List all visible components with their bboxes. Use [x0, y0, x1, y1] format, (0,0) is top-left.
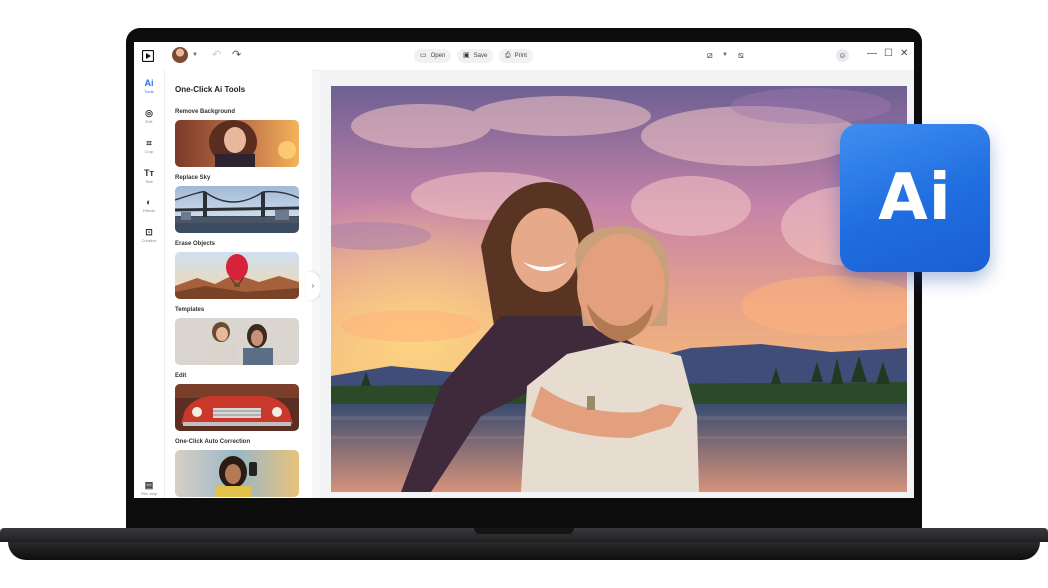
laptop-notch: [474, 528, 574, 534]
tool-card-replace-sky[interactable]: [175, 186, 299, 233]
rail-item-text[interactable]: Tт Text: [134, 168, 164, 185]
open-label: Open: [430, 53, 446, 59]
rail-item-creative[interactable]: ⊡ Creative: [134, 227, 164, 244]
ai-icon: Ai: [144, 78, 154, 88]
save-icon: ▣: [463, 52, 470, 59]
text-icon: Tт: [144, 168, 154, 178]
rail-item-label: Tools: [144, 89, 154, 94]
edit-icon: ◎: [145, 108, 153, 118]
open-button[interactable]: ▭ Open: [414, 49, 452, 63]
minimize-icon[interactable]: —: [867, 48, 877, 59]
tool-label-erase-objects: Erase Objects: [175, 241, 216, 247]
ai-badge-text: Ai: [878, 161, 952, 235]
tool-card-remove-background[interactable]: [175, 120, 299, 167]
redo-icon[interactable]: ↷: [232, 49, 241, 61]
rail-item-label: Film strip: [140, 491, 158, 496]
profile-avatar[interactable]: [172, 47, 188, 63]
app-logo-icon[interactable]: [142, 50, 154, 62]
compare-icon[interactable]: ⧅: [738, 50, 744, 61]
rail-item-label: Effects: [142, 208, 156, 213]
tool-label-templates: Templates: [175, 307, 205, 313]
maximize-icon[interactable]: ☐: [884, 48, 893, 59]
close-icon[interactable]: ✕: [900, 48, 908, 59]
tool-label-edit: Edit: [175, 373, 187, 379]
ai-tools-panel: One-Click Ai Tools Remove Background Rep…: [165, 70, 312, 498]
left-rail: Ai Tools ◎ Edit ⌗ Crop Tт Text ◐ Effects…: [134, 70, 165, 498]
rail-item-label: Crop: [144, 149, 154, 154]
edited-photo[interactable]: [331, 86, 907, 492]
account-icon[interactable]: ☺: [836, 49, 849, 62]
tool-card-erase-objects[interactable]: [175, 252, 299, 299]
rail-item-label: Creative: [141, 238, 157, 243]
tool-label-auto-correction: One-Click Auto Correction: [175, 439, 251, 445]
print-button[interactable]: ⎙ Print: [499, 49, 533, 63]
top-toolbar: ▼ ↶ ↷ ▭ Open ▣ Save ⎙ Print ⧄ ▼ ⧅ ☺ — ☐ …: [134, 42, 914, 71]
rail-item-label: Edit: [145, 119, 153, 124]
panel-title: One-Click Ai Tools: [175, 85, 246, 94]
tool-card-auto-correction[interactable]: [175, 450, 299, 497]
rail-item-label: Text: [145, 179, 153, 184]
tool-card-edit[interactable]: [175, 384, 299, 431]
chevron-down-icon[interactable]: ▼: [192, 52, 198, 58]
rail-item-filmstrip[interactable]: ▤ Film strip: [134, 480, 164, 497]
rail-item-edit[interactable]: ◎ Edit: [134, 108, 164, 125]
creative-icon: ⊡: [145, 227, 153, 237]
rail-item-effects[interactable]: ◐ Effects: [134, 197, 164, 214]
tool-label-remove-background: Remove Background: [175, 109, 236, 115]
collapse-panel-button[interactable]: ›: [306, 272, 320, 300]
print-label: Print: [514, 53, 527, 59]
laptop-base-bottom: [8, 542, 1040, 560]
chevron-down-icon[interactable]: ▼: [722, 52, 728, 58]
rail-item-tools[interactable]: Ai Tools: [134, 78, 164, 95]
ai-badge-icon: Ai: [840, 124, 990, 272]
filmstrip-icon: ▤: [144, 480, 154, 490]
effects-icon: ◐: [146, 197, 152, 207]
tool-card-templates[interactable]: [175, 318, 299, 365]
save-button[interactable]: ▣ Save: [457, 49, 494, 63]
app-window: ▼ ↶ ↷ ▭ Open ▣ Save ⎙ Print ⧄ ▼ ⧅ ☺ — ☐ …: [134, 42, 914, 498]
undo-icon[interactable]: ↶: [212, 49, 221, 61]
save-label: Save: [473, 53, 488, 59]
canvas-area: [320, 70, 914, 498]
tool-label-replace-sky: Replace Sky: [175, 175, 211, 181]
folder-icon: ▭: [420, 52, 427, 59]
crop-icon: ⌗: [146, 138, 152, 148]
rail-item-crop[interactable]: ⌗ Crop: [134, 138, 164, 155]
printer-icon: ⎙: [505, 52, 511, 59]
resize-icon[interactable]: ⧄: [707, 50, 713, 61]
